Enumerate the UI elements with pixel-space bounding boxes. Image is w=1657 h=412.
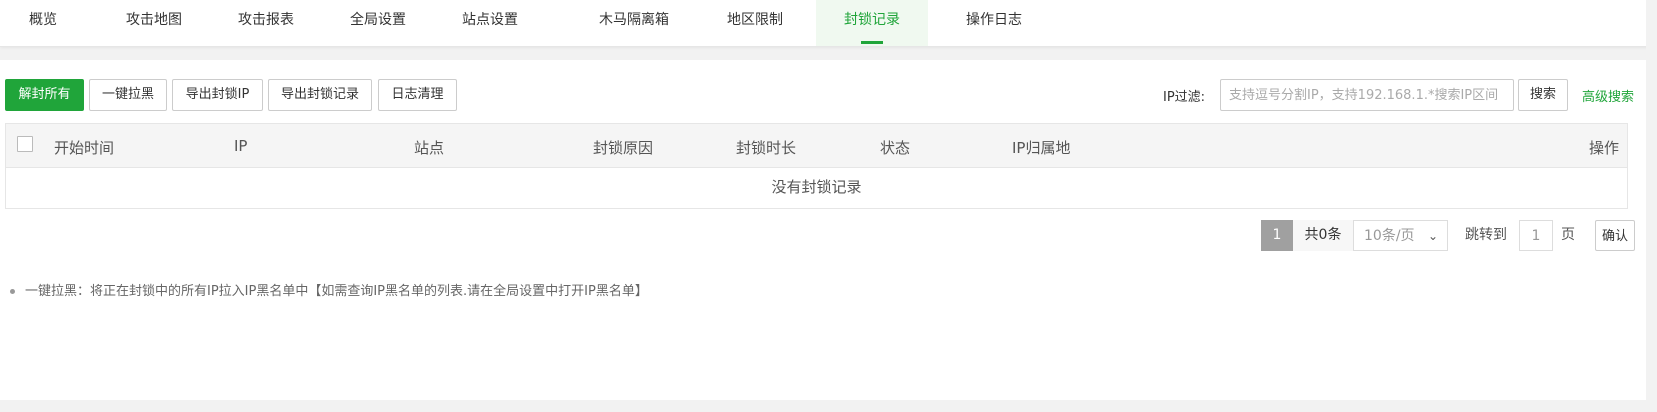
column-actions: 操作 (1588, 139, 1619, 157)
bullet-icon (10, 289, 15, 294)
export-block-records-button[interactable]: 导出封锁记录 (268, 79, 372, 111)
tab-attack-map[interactable]: 攻击地图 (100, 0, 208, 46)
tab-global-settings[interactable]: 全局设置 (324, 0, 432, 46)
column-ip: IP (234, 137, 248, 155)
column-start-time: 开始时间 (54, 139, 115, 157)
tab-overview[interactable]: 概览 (0, 0, 86, 46)
tab-trojan-quarantine[interactable]: 木马隔离箱 (578, 0, 690, 46)
select-all-checkbox[interactable] (17, 136, 33, 152)
ip-filter-input[interactable] (1220, 79, 1514, 111)
column-status: 状态 (880, 139, 911, 157)
tab-block-records[interactable]: 封锁记录 (816, 0, 928, 46)
tab-operation-log[interactable]: 操作日志 (938, 0, 1050, 46)
tab-site-settings[interactable]: 站点设置 (436, 0, 544, 46)
tab-region-limit[interactable]: 地区限制 (700, 0, 810, 46)
jump-to-label: 跳转到 (1465, 227, 1507, 243)
unblock-all-button[interactable]: 解封所有 (5, 79, 84, 111)
column-block-duration: 封锁时长 (736, 139, 797, 157)
table-empty-message: 没有封锁记录 (771, 178, 862, 196)
column-block-reason: 封锁原因 (593, 139, 654, 157)
block-records-table: 开始时间 IP 站点 封锁原因 封锁时长 状态 IP归属地 操作 没有封锁记录 (5, 123, 1628, 209)
clear-logs-button[interactable]: 日志清理 (378, 79, 457, 111)
pagination-total: 共0条 (1293, 220, 1353, 251)
advanced-search-link[interactable]: 高级搜索 (1582, 86, 1634, 105)
ip-filter-label: IP过滤: (1163, 90, 1206, 105)
page-unit-label: 页 (1561, 227, 1575, 243)
table-header: 开始时间 IP 站点 封锁原因 封锁时长 状态 IP归属地 操作 (6, 124, 1627, 168)
export-blocked-ip-button[interactable]: 导出封锁IP (172, 79, 263, 111)
jump-page-input[interactable]: 1 (1519, 220, 1553, 251)
one-click-blacklist-button[interactable]: 一键拉黑 (89, 79, 167, 111)
right-gutter (1646, 0, 1657, 412)
chevron-down-icon: ⌄ (1427, 229, 1438, 243)
tab-bar: 概览 攻击地图 攻击报表 全局设置 站点设置 木马隔离箱 地区限制 封锁记录 操… (0, 0, 1657, 47)
tab-attack-report[interactable]: 攻击报表 (212, 0, 320, 46)
column-site: 站点 (414, 139, 445, 157)
column-ip-location: IP归属地 (1012, 139, 1071, 157)
jump-confirm-button[interactable]: 确认 (1595, 220, 1635, 251)
pagination-current-page: 1 (1261, 220, 1293, 251)
help-note-text: 一键拉黑：将正在封锁中的所有IP拉入IP黑名单中【如需查询IP黑名单的列表.请在… (25, 284, 648, 299)
page-size-select[interactable]: 10条/页 ⌄ (1353, 220, 1448, 251)
help-note: 一键拉黑：将正在封锁中的所有IP拉入IP黑名单中【如需查询IP黑名单的列表.请在… (10, 280, 648, 299)
search-button[interactable]: 搜索 (1518, 79, 1568, 111)
page-size-value: 10条/页 (1364, 228, 1415, 244)
